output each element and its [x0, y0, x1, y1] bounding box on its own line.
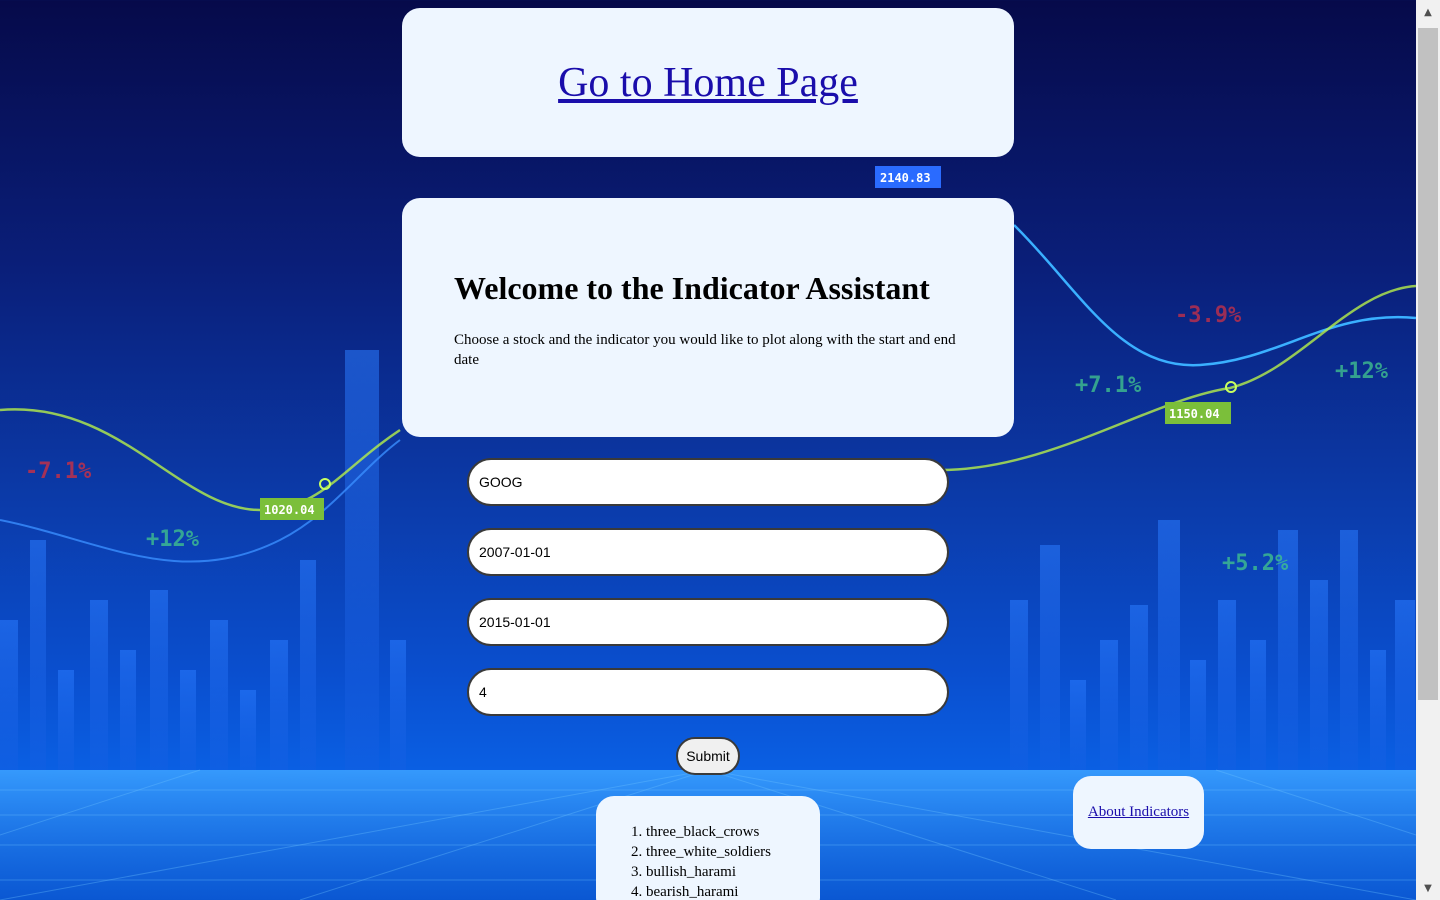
home-link-card: Go to Home Page	[402, 8, 1014, 157]
home-page-link[interactable]: Go to Home Page	[558, 59, 858, 107]
bg-percent: -3.9%	[1175, 303, 1242, 328]
list-item: bullish_harami	[646, 862, 771, 882]
indicator-list: three_black_crows three_white_soldiers b…	[596, 822, 771, 900]
end-date-input[interactable]	[467, 598, 949, 646]
stock-input[interactable]	[467, 458, 949, 506]
vertical-scrollbar[interactable]: ▲ ▼	[1416, 0, 1440, 900]
scroll-up-arrow-icon[interactable]: ▲	[1416, 2, 1440, 22]
bg-percent: +5.2%	[1222, 551, 1289, 576]
welcome-description: Choose a stock and the indicator you wou…	[454, 332, 956, 368]
bg-percent: +7.1%	[1075, 373, 1142, 398]
list-item: three_white_soldiers	[646, 842, 771, 862]
bg-percent: +12%	[1335, 359, 1389, 384]
bg-tag: 2140.83	[880, 171, 931, 185]
about-indicators-card: About Indicators	[1073, 776, 1204, 849]
submit-button[interactable]: Submit	[676, 737, 740, 775]
start-date-input[interactable]	[467, 528, 949, 576]
indicator-list-card: three_black_crows three_white_soldiers b…	[596, 796, 820, 900]
welcome-card: Welcome to the Indicator Assistant Choos…	[402, 198, 1014, 437]
scrollbar-thumb[interactable]	[1418, 28, 1438, 700]
bg-percent: -7.1%	[25, 459, 92, 484]
page-title: Welcome to the Indicator Assistant	[454, 270, 930, 306]
list-item: bearish_harami	[646, 882, 771, 900]
about-indicators-link[interactable]: About Indicators	[1088, 804, 1189, 821]
bg-percent: +12%	[146, 527, 200, 552]
scroll-down-arrow-icon[interactable]: ▼	[1416, 878, 1440, 898]
indicator-input[interactable]	[467, 668, 949, 716]
bg-tag: 1020.04	[264, 503, 315, 517]
list-item: three_black_crows	[646, 822, 771, 842]
bg-tag: 1150.04	[1169, 407, 1220, 421]
